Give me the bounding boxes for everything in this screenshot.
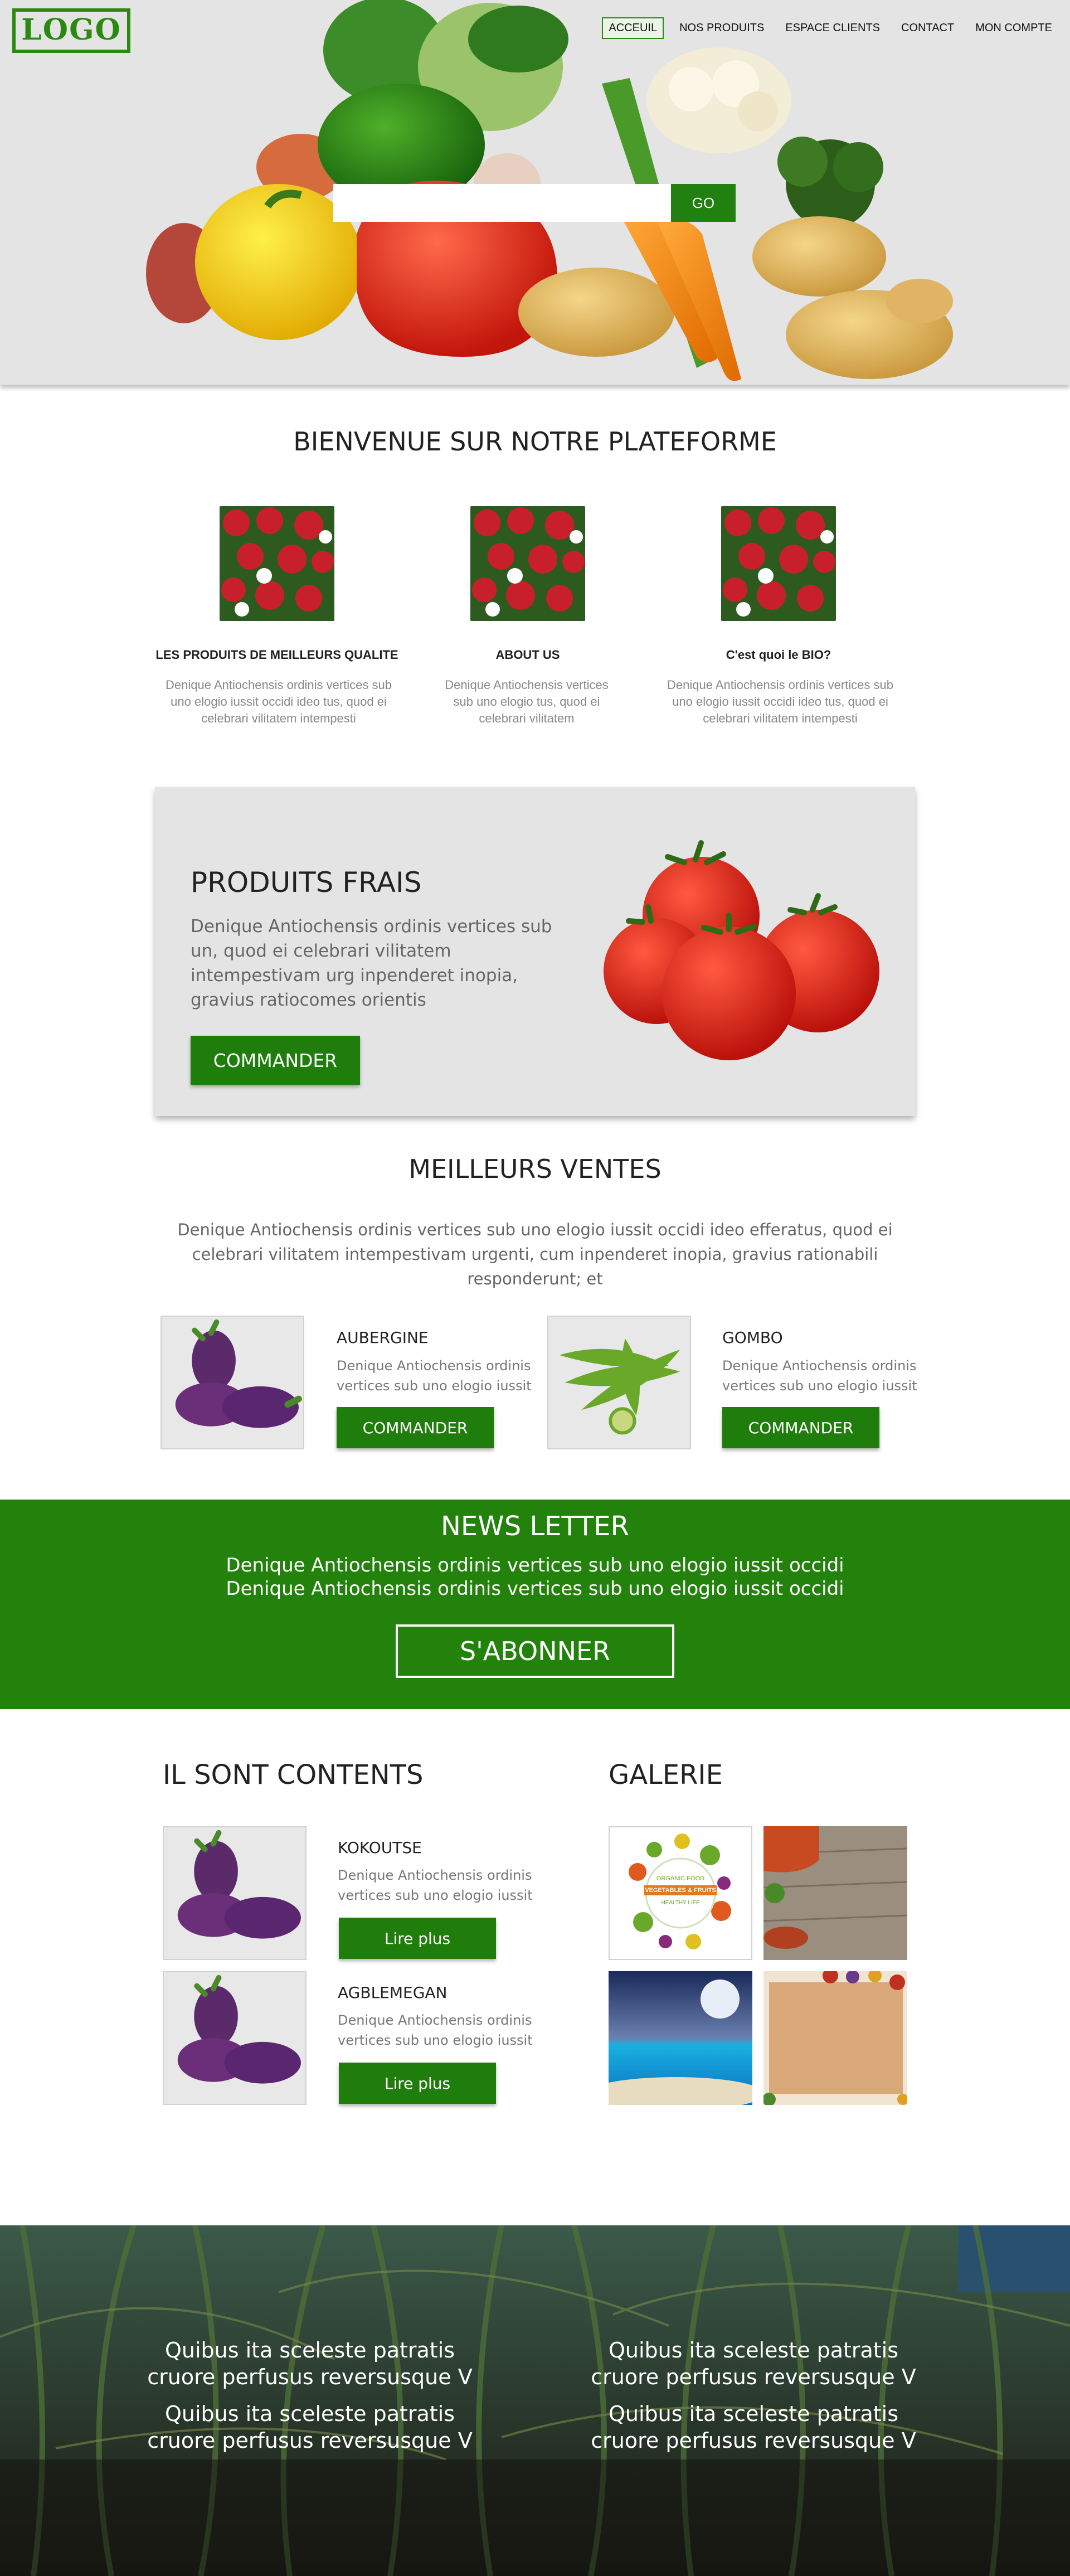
footer-text-right-1: Quibus ita sceleste patratis cruore perf… — [591, 2338, 916, 2389]
strawberries-image — [721, 506, 836, 621]
testimonials-title: IL SONT CONTENTS — [163, 1759, 424, 1791]
feature-title-quality: LES PRODUITS DE MEILLEURS QUALITE — [155, 648, 398, 662]
footer-text-right-2: Quibus ita sceleste patratis cruore perf… — [591, 2402, 916, 2453]
newsletter-text: Denique Antiochensis ordinis vertices su… — [226, 1554, 844, 1576]
newsletter-text: Denique Antiochensis ordinis vertices su… — [226, 1578, 844, 1600]
okra-image — [547, 1316, 691, 1449]
welcome-title: BIENVENUE SUR NOTRE PLATEFORME — [293, 426, 777, 457]
avatar — [163, 1826, 307, 1960]
product-desc: Denique Antiochensis ordinis vertices su… — [722, 1358, 917, 1394]
footer: Quibus ita sceleste patratis cruore perf… — [0, 2225, 1070, 2576]
footer-text-left-2: Quibus ita sceleste patratis cruore perf… — [147, 2402, 473, 2453]
testimonial-name: KOKOUTSE — [338, 1838, 422, 1857]
gallery-image-sea-moon[interactable] — [609, 1971, 752, 2105]
gallery-image-wood-spices[interactable] — [763, 1826, 907, 1960]
commander-button[interactable]: COMMANDER — [337, 1407, 494, 1448]
commander-button[interactable]: COMMANDER — [722, 1407, 879, 1448]
read-more-button[interactable]: Lire plus — [339, 1918, 496, 1959]
product-name: GOMBO — [722, 1328, 783, 1347]
strawberries-image — [470, 506, 585, 621]
main-navigation: ACCEUIL NOS PRODUITS ESPACE CLIENTS CONT… — [602, 17, 1058, 39]
strawberries-image — [220, 506, 334, 621]
gallery-badge-top: ORGANIC FOOD — [656, 1875, 705, 1882]
commander-button[interactable]: COMMANDER — [191, 1036, 360, 1085]
subscribe-button[interactable]: S'ABONNER — [396, 1624, 674, 1678]
search-go-button[interactable]: GO — [671, 184, 736, 222]
best-sellers-text: Denique Antiochensis ordinis vertices su… — [177, 1220, 893, 1288]
testimonial-text: Denique Antiochensis ordinis vertices su… — [338, 1867, 533, 1903]
gallery-badge-mid: VEGETABLES & FRUITS — [644, 1885, 717, 1895]
hero-banner: LOGO ACCEUIL NOS PRODUITS ESPACE CLIENTS… — [0, 0, 1070, 385]
promo-card: PRODUITS FRAIS Denique Antiochensis ordi… — [155, 787, 915, 1116]
aubergine-image — [160, 1316, 304, 1449]
gallery-badge-bottom: HEALTHY LIFE — [661, 1900, 700, 1906]
nav-espace-clients[interactable]: ESPACE CLIENTS — [780, 18, 886, 38]
gallery-image-organic[interactable]: ORGANIC FOOD VEGETABLES & FRUITS HEALTHY… — [609, 1826, 752, 1960]
product-name: AUBERGINE — [337, 1328, 429, 1347]
tomatoes-image — [604, 840, 879, 1060]
feature-text-bio: Denique Antiochensis ordinis vertices su… — [667, 678, 893, 725]
nav-contact[interactable]: CONTACT — [896, 18, 960, 38]
footer-text-left-1: Quibus ita sceleste patratis cruore perf… — [147, 2338, 473, 2389]
product-desc: Denique Antiochensis ordinis vertices su… — [337, 1358, 532, 1394]
gallery-title: GALERIE — [609, 1759, 723, 1791]
newsletter-title: NEWS LETTER — [441, 1511, 629, 1542]
best-sellers-title: MEILLEURS VENTES — [408, 1154, 662, 1184]
testimonial-text: Denique Antiochensis ordinis vertices su… — [338, 2012, 533, 2048]
gallery-image-cutting-board[interactable] — [763, 1971, 907, 2105]
feature-title-about: ABOUT US — [495, 648, 560, 662]
nav-nos-produits[interactable]: NOS PRODUITS — [674, 18, 770, 38]
logo[interactable]: LOGO — [12, 8, 130, 53]
feature-text-quality: Denique Antiochensis ordinis vertices su… — [165, 678, 392, 725]
testimonial-name: AGBLEMEGAN — [338, 1983, 448, 2002]
nav-accueil[interactable]: ACCEUIL — [602, 17, 664, 39]
feature-title-bio: C'est quoi le BIO? — [726, 648, 831, 662]
feature-text-about: Denique Antiochensis vertices sub uno el… — [445, 678, 609, 725]
nav-mon-compte[interactable]: MON COMPTE — [970, 18, 1058, 38]
newsletter-section: NEWS LETTER Denique Antiochensis ordinis… — [0, 1500, 1070, 1709]
search-input[interactable] — [333, 184, 671, 222]
promo-title: PRODUITS FRAIS — [191, 866, 422, 899]
read-more-button[interactable]: Lire plus — [339, 2063, 496, 2104]
avatar — [163, 1971, 307, 2105]
promo-text: Denique Antiochensis ordinis vertices su… — [191, 916, 552, 1010]
